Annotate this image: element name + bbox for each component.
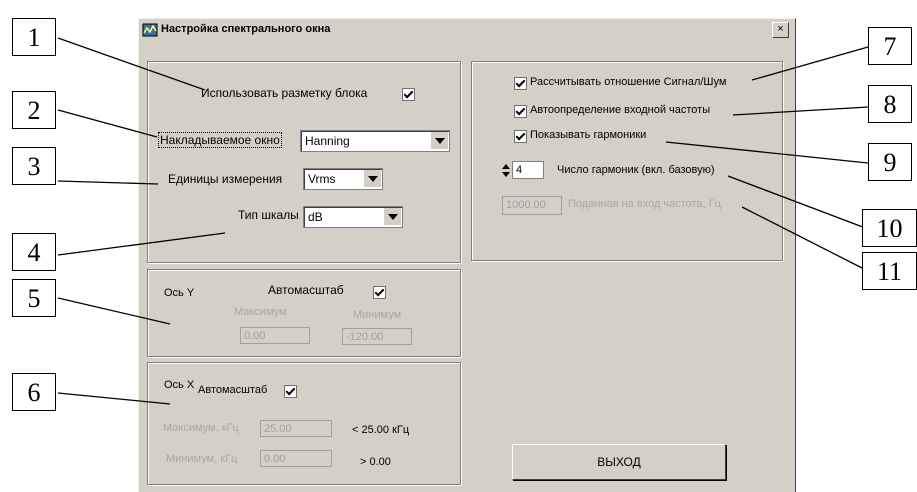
callout-2: 2: [12, 91, 56, 129]
callout-6: 6: [12, 373, 56, 411]
callout-8: 8: [868, 85, 912, 123]
callout-3: 3: [12, 147, 56, 185]
callout-7: 7: [868, 27, 912, 65]
callout-leader-lines: [57, 37, 869, 405]
callout-11: 11: [862, 252, 917, 290]
callout-5: 5: [12, 279, 56, 317]
callout-9: 9: [868, 143, 912, 181]
callout-1: 1: [12, 18, 56, 56]
callout-4: 4: [12, 233, 56, 271]
callout-10: 10: [862, 209, 917, 247]
